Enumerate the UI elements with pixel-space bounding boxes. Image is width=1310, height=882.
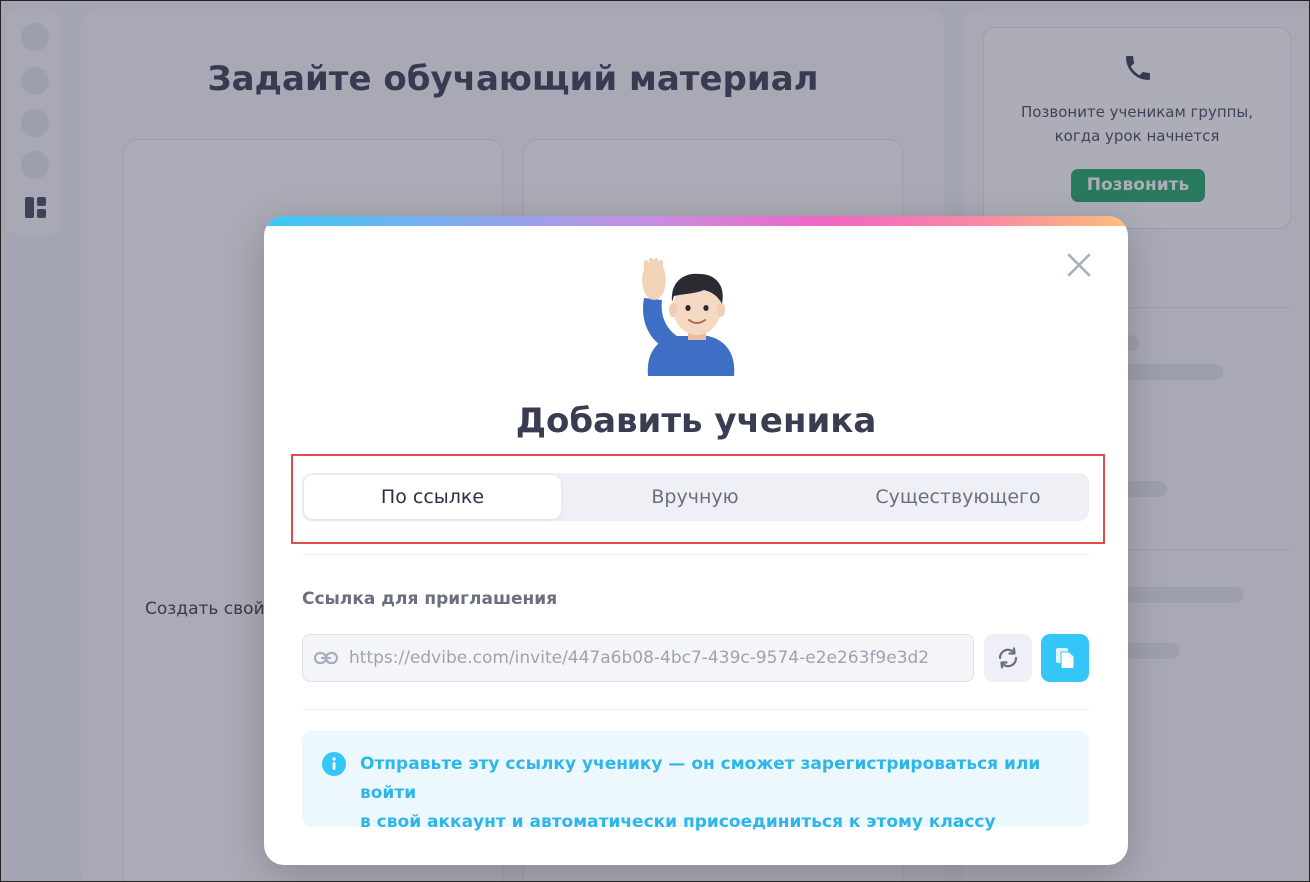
refresh-link-button[interactable] — [984, 634, 1032, 682]
modal-gradient-bar — [264, 216, 1128, 226]
link-icon — [313, 651, 339, 665]
person-raising-hand-emoji — [642, 258, 735, 376]
copy-icon — [1056, 648, 1075, 669]
info-line: в свой аккаунт и автоматически присоедин… — [360, 812, 996, 832]
info-message: Отправьте эту ссылку ученику — он сможет… — [360, 750, 1070, 837]
divider — [302, 554, 1089, 555]
tab-manual[interactable]: Вручную — [566, 475, 824, 519]
refresh-icon — [998, 647, 1018, 669]
add-student-modal: Добавить ученика По ссылке Вручную Сущес… — [264, 216, 1128, 865]
invite-link-value: https://edvibe.com/invite/447a6b08-4bc7-… — [349, 648, 930, 668]
app-window: Задайте обучающий материал Создать свой … — [0, 0, 1310, 882]
tab-existing[interactable]: Существующего — [829, 475, 1087, 519]
close-icon[interactable] — [1064, 250, 1094, 280]
info-icon — [322, 752, 346, 776]
invite-link-label: Ссылка для приглашения — [302, 589, 558, 609]
tab-by-link[interactable]: По ссылке — [304, 475, 561, 519]
info-line: Отправьте эту ссылку ученику — он сможет… — [360, 754, 1041, 803]
tab-bar: По ссылке Вручную Существующего — [302, 473, 1089, 521]
modal-title: Добавить ученика — [515, 401, 877, 441]
invite-link-field[interactable]: https://edvibe.com/invite/447a6b08-4bc7-… — [302, 634, 974, 682]
divider — [302, 709, 1089, 710]
info-box: Отправьте эту ссылку ученику — он сможет… — [302, 731, 1089, 832]
copy-link-button[interactable] — [1041, 634, 1089, 682]
